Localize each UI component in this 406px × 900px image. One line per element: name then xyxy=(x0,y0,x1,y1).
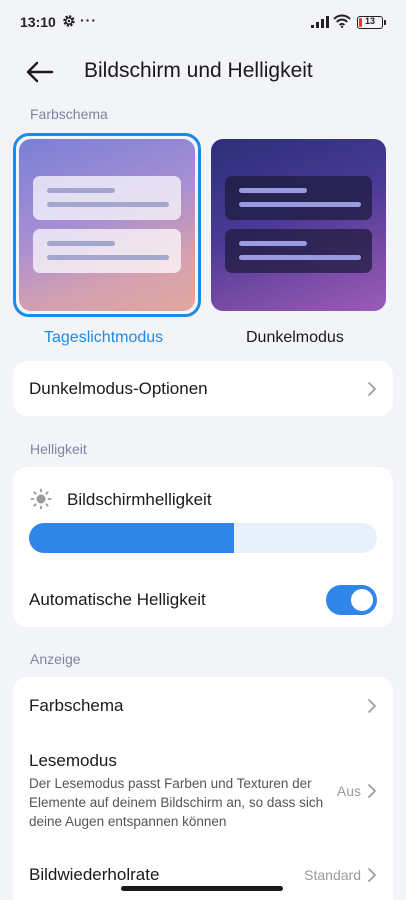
chevron-right-icon xyxy=(368,868,376,882)
screen-brightness-label: Bildschirmhelligkeit xyxy=(67,490,212,509)
toggle-knob xyxy=(351,589,373,611)
sun-icon xyxy=(30,488,52,510)
section-label-color-scheme: Farbschema xyxy=(30,106,108,122)
auto-brightness-toggle[interactable] xyxy=(326,585,377,615)
reading-mode-value: Aus xyxy=(336,783,361,799)
home-indicator[interactable] xyxy=(121,886,283,891)
wifi-icon xyxy=(333,14,351,28)
brightness-card: Bildschirmhelligkeit Automatische Hellig… xyxy=(13,467,393,627)
status-bar: 13:10 ··· 13 xyxy=(0,0,406,44)
preview-line xyxy=(47,241,115,246)
section-label-brightness: Helligkeit xyxy=(30,441,87,457)
brightness-slider[interactable] xyxy=(29,523,377,553)
battery-nub xyxy=(384,20,386,25)
reading-mode-description: Der Lesemodus passt Farben und Texturen … xyxy=(29,776,324,829)
light-mode-label[interactable]: Tageslichtmodus xyxy=(44,329,163,347)
reading-mode-title: Lesemodus xyxy=(29,751,117,770)
refresh-rate-row[interactable]: Bildwiederholrate Standard xyxy=(13,853,393,900)
settings-gear-icon xyxy=(63,15,75,27)
reading-mode-row[interactable]: Lesemodus Der Lesemodus passt Farben und… xyxy=(13,739,393,839)
preview-list-item xyxy=(225,229,372,273)
preview-list-item xyxy=(33,176,181,220)
preview-line xyxy=(47,202,169,207)
auto-brightness-label: Automatische Helligkeit xyxy=(29,590,206,609)
status-time: 13:10 xyxy=(20,14,56,30)
preview-line xyxy=(239,241,307,246)
dark-mode-preview[interactable] xyxy=(211,139,386,311)
preview-line xyxy=(239,202,361,207)
chevron-right-icon xyxy=(368,699,376,713)
dark-mode-label[interactable]: Dunkelmodus xyxy=(246,329,344,347)
preview-list-item xyxy=(33,229,181,273)
signal-icon xyxy=(311,16,329,28)
color-scheme-row[interactable]: Farbschema xyxy=(13,677,393,735)
color-scheme-label: Farbschema xyxy=(29,696,124,715)
battery-icon: 13 xyxy=(357,16,386,29)
dark-mode-options-label: Dunkelmodus-Optionen xyxy=(29,379,208,398)
preview-line xyxy=(239,255,361,260)
section-label-display: Anzeige xyxy=(30,651,81,667)
display-card: Farbschema Lesemodus Der Lesemodus passt… xyxy=(13,677,393,900)
preview-list-item xyxy=(225,176,372,220)
preview-line xyxy=(47,255,169,260)
chevron-right-icon xyxy=(368,382,376,396)
more-notifications-icon: ··· xyxy=(80,12,97,28)
refresh-rate-value: Standard xyxy=(304,867,361,883)
battery-percent: 13 xyxy=(364,16,375,26)
back-arrow-icon[interactable] xyxy=(24,58,56,86)
page-title: Bildschirm und Helligkeit xyxy=(84,59,313,82)
brightness-slider-fill xyxy=(29,523,235,553)
refresh-rate-title: Bildwiederholrate xyxy=(29,865,160,884)
light-mode-preview[interactable] xyxy=(19,139,195,311)
dark-mode-options-row[interactable]: Dunkelmodus-Optionen xyxy=(13,361,393,416)
chevron-right-icon xyxy=(368,784,376,798)
preview-line xyxy=(239,188,307,193)
preview-line xyxy=(47,188,115,193)
